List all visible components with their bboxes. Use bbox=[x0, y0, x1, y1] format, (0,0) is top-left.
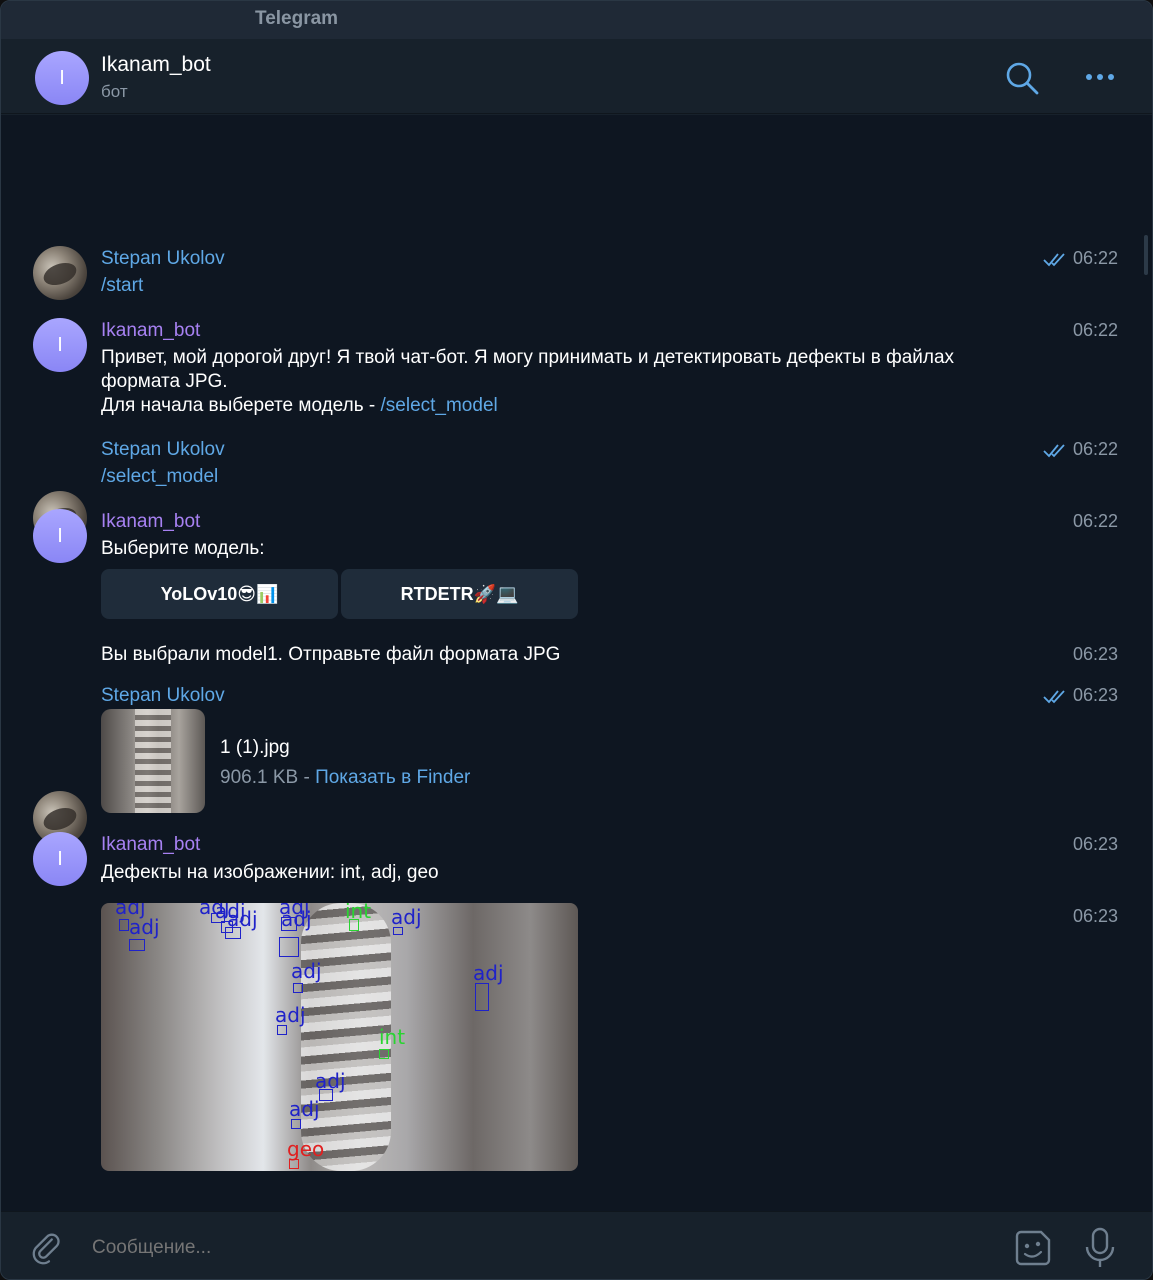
message-sender[interactable]: Ikanam_bot bbox=[101, 834, 200, 856]
detection-box-adj bbox=[291, 1119, 301, 1129]
time-label: 06:22 bbox=[1072, 248, 1118, 268]
message-text: Вы выбрали model1. Отправьте файл формат… bbox=[101, 644, 561, 665]
message-text: Привет, мой дорогой друг! Я твой чат-бот… bbox=[101, 346, 1041, 418]
detection-label-adj: adj bbox=[129, 915, 160, 939]
file-name[interactable]: 1 (1).jpg bbox=[220, 737, 290, 759]
file-thumbnail[interactable] bbox=[101, 709, 205, 813]
command-link[interactable]: /select_model bbox=[101, 465, 1041, 489]
message-sender[interactable]: Stepan Ukolov bbox=[101, 248, 225, 270]
message-sender[interactable]: Ikanam_bot bbox=[101, 511, 200, 533]
message-line-prefix: Для начала выберете модель - bbox=[101, 395, 381, 416]
detection-label-adj: adj bbox=[275, 1003, 306, 1027]
paperclip-icon[interactable] bbox=[31, 1232, 65, 1266]
chat-status: бот bbox=[101, 82, 128, 101]
scrollbar[interactable] bbox=[1144, 235, 1148, 275]
detection-label-int: int bbox=[379, 1025, 406, 1049]
detection-label-geo: geo bbox=[287, 1137, 325, 1161]
detection-box-adj bbox=[475, 983, 489, 1011]
chat-name[interactable]: Ikanam_bot bbox=[101, 53, 211, 77]
model-button-yolov10[interactable]: YoLOv10😎📊 bbox=[101, 569, 338, 619]
more-icon[interactable] bbox=[1081, 63, 1119, 91]
file-size: 906.1 KB bbox=[220, 767, 299, 788]
detection-label-adj: adj bbox=[227, 907, 258, 931]
detection-photo[interactable]: adj adj adj adj adj int adj adj adj adj adj adj int a… bbox=[101, 903, 578, 1171]
message-time: 06:23 bbox=[1043, 685, 1118, 706]
detection-box-adj bbox=[225, 927, 241, 939]
time-label: 06:23 bbox=[1072, 906, 1118, 926]
double-check-icon bbox=[1043, 689, 1065, 703]
message-time: 06:23 bbox=[1073, 644, 1118, 665]
detection-box-adj bbox=[119, 919, 129, 931]
detection-label-adj: adj bbox=[291, 959, 322, 983]
message-sender[interactable]: Ikanam_bot bbox=[101, 320, 200, 342]
title-bar: Telegram bbox=[1, 1, 1152, 39]
time-label: 06:23 bbox=[1072, 685, 1118, 705]
message-time: 06:22 bbox=[1043, 439, 1118, 460]
file-meta: 906.1 KB - Показать в Finder bbox=[220, 767, 470, 789]
message-sender[interactable]: Stepan Ukolov bbox=[101, 685, 225, 707]
message-line: формата JPG. bbox=[101, 371, 228, 392]
message-time: 06:23 bbox=[1073, 834, 1118, 855]
avatar[interactable]: I bbox=[33, 832, 87, 886]
time-label: 06:22 bbox=[1072, 511, 1118, 531]
time-label: 06:22 bbox=[1072, 439, 1118, 459]
command-link[interactable]: /start bbox=[101, 274, 1041, 298]
detection-label-adj: adj bbox=[289, 1097, 320, 1121]
time-label: 06:22 bbox=[1072, 320, 1118, 340]
weld-seam bbox=[301, 903, 391, 1171]
detection-box-int bbox=[349, 919, 359, 931]
avatar[interactable] bbox=[33, 246, 87, 300]
message-sender[interactable]: Stepan Ukolov bbox=[101, 439, 225, 461]
app-title: Telegram bbox=[255, 8, 339, 29]
time-label: 06:23 bbox=[1072, 644, 1118, 664]
time-label: 06:23 bbox=[1072, 834, 1118, 854]
avatar[interactable]: I bbox=[33, 509, 87, 563]
message-input[interactable] bbox=[92, 1237, 972, 1259]
double-check-icon bbox=[1043, 252, 1065, 266]
message-list[interactable]: Stepan Ukolov /start 06:22 I Ikanam_bot … bbox=[1, 115, 1152, 1211]
file-meta-separator: - bbox=[298, 767, 316, 788]
message-text: Дефекты на изображении: int, adj, geo bbox=[101, 862, 439, 883]
message-composer bbox=[1, 1211, 1152, 1279]
show-in-finder-link[interactable]: Показать в Finder bbox=[315, 767, 470, 788]
message-time: 06:22 bbox=[1073, 511, 1118, 532]
search-icon[interactable] bbox=[1003, 59, 1041, 97]
detection-label-adj: adj bbox=[315, 1069, 346, 1093]
sticker-icon[interactable] bbox=[1013, 1228, 1053, 1268]
message-line: Для начала выберете модель - /select_mod… bbox=[101, 394, 1041, 418]
detection-label-adj: adj bbox=[391, 905, 422, 929]
chat-avatar[interactable]: I bbox=[35, 51, 89, 105]
avatar[interactable]: I bbox=[33, 318, 87, 372]
detection-box-adj bbox=[319, 1089, 333, 1101]
message-time: 06:22 bbox=[1043, 248, 1118, 269]
detection-label-adj: adj bbox=[281, 907, 312, 931]
command-link[interactable]: /select_model bbox=[381, 395, 498, 416]
detection-box-geo bbox=[289, 1159, 299, 1169]
telegram-window: Telegram I Ikanam_bot бот Stepan Ukolov … bbox=[0, 0, 1153, 1280]
detection-box-adj bbox=[129, 939, 145, 951]
detection-box-adj bbox=[393, 927, 403, 935]
detection-box-adj bbox=[277, 1025, 287, 1035]
message-line: Привет, мой дорогой друг! Я твой чат-бот… bbox=[101, 347, 955, 368]
detection-box-int bbox=[379, 1049, 389, 1059]
message-text: Выберите модель: bbox=[101, 538, 265, 559]
chat-header[interactable]: I Ikanam_bot бот bbox=[1, 39, 1152, 114]
detection-box-adj bbox=[293, 983, 303, 993]
model-button-rtdetr[interactable]: RTDETR🚀💻 bbox=[341, 569, 578, 619]
message-time: 06:22 bbox=[1073, 320, 1118, 341]
message-time: 06:23 bbox=[1073, 906, 1118, 927]
double-check-icon bbox=[1043, 443, 1065, 457]
detection-label-adj: adj bbox=[473, 961, 504, 985]
microphone-icon[interactable] bbox=[1083, 1226, 1117, 1270]
detection-box-adj bbox=[279, 937, 299, 957]
